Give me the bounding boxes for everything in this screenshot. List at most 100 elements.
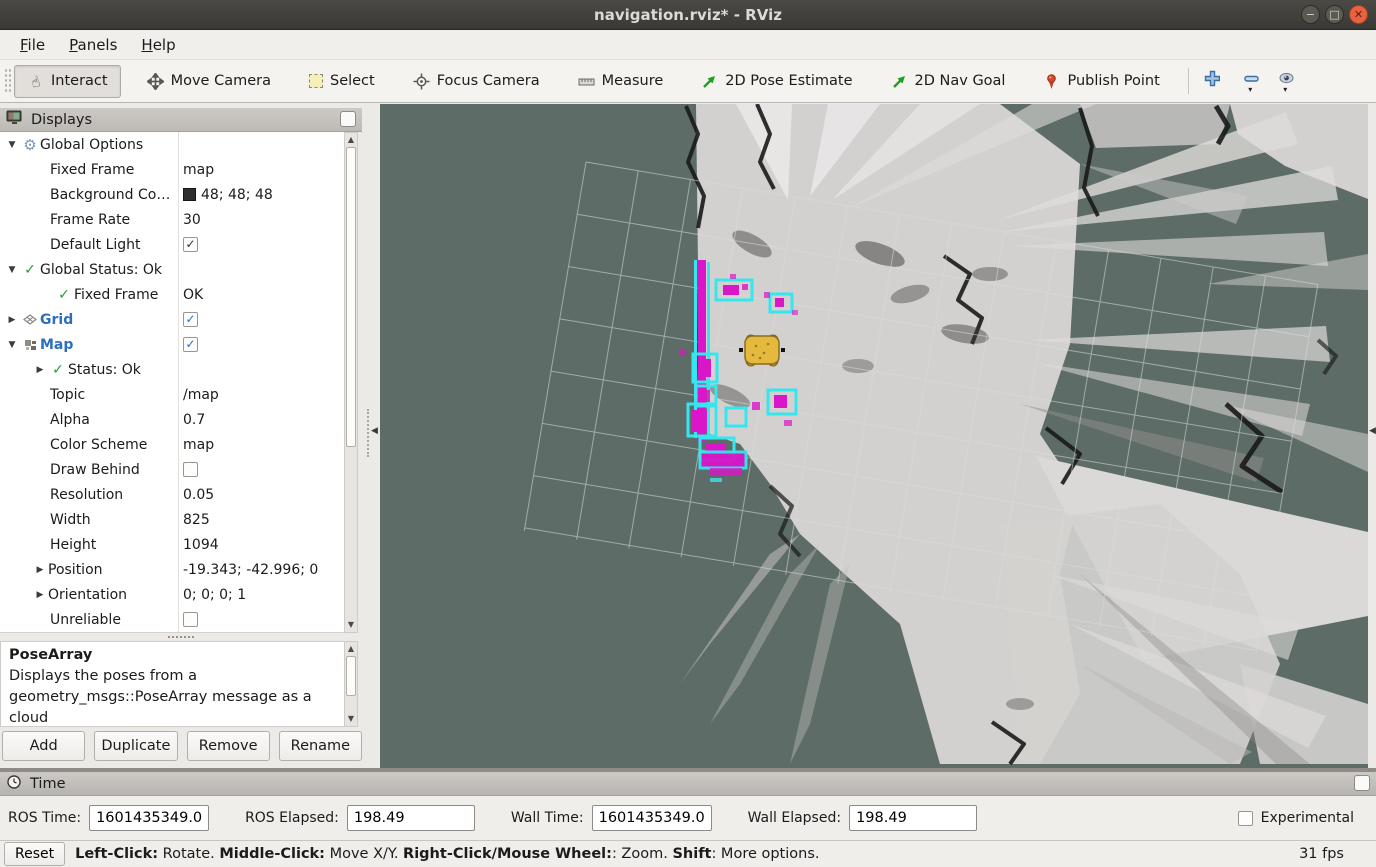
- plus-icon[interactable]: [1203, 70, 1220, 87]
- displays-panel-header[interactable]: Displays: [0, 108, 362, 132]
- move-arrows-icon: [147, 73, 164, 90]
- tree-row-fixed-frame[interactable]: Fixed Frame map: [0, 157, 358, 182]
- close-button[interactable]: ✕: [1349, 5, 1368, 24]
- scroll-up-icon[interactable]: ▲: [345, 643, 357, 655]
- tree-row-background-color[interactable]: Background Co… 48; 48; 48: [0, 182, 358, 207]
- fps-counter: 31 fps: [1299, 846, 1372, 862]
- scroll-down-icon[interactable]: ▼: [345, 713, 357, 725]
- displays-panel: Displays ▼ ⚙ Global Options Fixed Frame …: [0, 104, 362, 768]
- remove-button[interactable]: Remove: [187, 731, 270, 761]
- tool-select[interactable]: Select: [297, 66, 387, 96]
- displays-panel-title: Displays: [31, 112, 92, 128]
- display-buttons: Add Duplicate Remove Rename: [2, 731, 362, 761]
- expander-icon[interactable]: ▶: [32, 590, 48, 600]
- rename-button[interactable]: Rename: [279, 731, 362, 761]
- expander-icon[interactable]: ▼: [4, 265, 20, 275]
- wall-time-input[interactable]: [592, 805, 712, 831]
- time-panel-close-button[interactable]: [1354, 775, 1370, 791]
- expander-icon[interactable]: ▼: [4, 340, 20, 350]
- tool-interact[interactable]: ☝ Interact: [14, 65, 121, 98]
- panel-splitter[interactable]: [0, 633, 362, 641]
- window-title: navigation.rviz* - RViz: [594, 6, 782, 24]
- tree-row-map-status[interactable]: ▶ ✓ Status: Ok: [0, 357, 358, 382]
- minus-icon[interactable]: [1242, 70, 1259, 87]
- time-panel-header[interactable]: Time: [0, 772, 1376, 796]
- tree-row-color-scheme[interactable]: Color Scheme map: [0, 432, 358, 457]
- menu-file[interactable]: File: [10, 32, 55, 58]
- toolbar-drag-handle[interactable]: [4, 68, 12, 94]
- tree-row-width[interactable]: Width 825: [0, 507, 358, 532]
- tree-row-map[interactable]: ▼ Map ✓: [0, 332, 358, 357]
- expander-icon[interactable]: ▶: [4, 315, 20, 325]
- scroll-down-icon[interactable]: ▼: [345, 619, 357, 631]
- tree-row-frame-rate[interactable]: Frame Rate 30: [0, 207, 358, 232]
- tree-row-fixed-frame-status[interactable]: ✓ Fixed Frame OK: [0, 282, 358, 307]
- tree-row-position[interactable]: ▶ Position -19.343; -42.996; 0: [0, 557, 358, 582]
- collapse-right-icon[interactable]: ◀: [1369, 426, 1376, 436]
- check-icon: ✓: [54, 287, 74, 303]
- tree-row-unreliable[interactable]: Unreliable: [0, 607, 358, 632]
- tree-row-orientation[interactable]: ▶ Orientation 0; 0; 0; 1: [0, 582, 358, 607]
- displays-panel-close-button[interactable]: [340, 111, 356, 127]
- main-area: Displays ▼ ⚙ Global Options Fixed Frame …: [0, 103, 1376, 768]
- map-enabled-checkbox[interactable]: ✓: [183, 337, 198, 352]
- tree-row-grid[interactable]: ▶ Grid ✓: [0, 307, 358, 332]
- 3d-viewport[interactable]: [380, 104, 1368, 768]
- tool-move-camera[interactable]: Move Camera: [135, 66, 283, 97]
- tool-focus-camera[interactable]: Focus Camera: [401, 66, 552, 97]
- tree-row-global-status[interactable]: ▼ ✓ Global Status: Ok: [0, 257, 358, 282]
- description-scrollbar[interactable]: ▲ ▼: [344, 641, 358, 727]
- toolbar-separator: [1188, 68, 1189, 94]
- fixed-frame-value[interactable]: map: [183, 162, 214, 178]
- reset-button[interactable]: Reset: [4, 842, 65, 866]
- menu-panels[interactable]: Panels: [59, 32, 127, 58]
- maximize-button[interactable]: □: [1325, 5, 1344, 24]
- wall-elapsed-input[interactable]: [849, 805, 977, 831]
- tree-row-global-options[interactable]: ▼ ⚙ Global Options: [0, 132, 358, 157]
- draw-behind-checkbox[interactable]: [183, 462, 198, 477]
- time-panel-title: Time: [30, 776, 66, 792]
- right-panel-handle[interactable]: ◀: [1368, 104, 1376, 768]
- eye-icon[interactable]: [1277, 70, 1294, 87]
- scrollbar-thumb[interactable]: [346, 147, 356, 447]
- expander-icon[interactable]: ▼: [4, 140, 20, 150]
- duplicate-button[interactable]: Duplicate: [94, 731, 177, 761]
- scroll-up-icon[interactable]: ▲: [345, 134, 357, 146]
- chevron-down-icon[interactable]: ▾: [1248, 87, 1252, 93]
- collapse-left-icon[interactable]: ◀: [371, 426, 378, 436]
- viewport-splitter[interactable]: ◀: [362, 104, 380, 768]
- default-light-checkbox[interactable]: ✓: [183, 237, 198, 252]
- color-swatch[interactable]: [183, 188, 196, 201]
- tool-measure[interactable]: Measure: [566, 66, 676, 97]
- grid-enabled-checkbox[interactable]: ✓: [183, 312, 198, 327]
- ros-time-input[interactable]: [89, 805, 209, 831]
- unreliable-checkbox[interactable]: [183, 612, 198, 627]
- scrollbar-thumb[interactable]: [346, 656, 356, 696]
- tree-row-height[interactable]: Height 1094: [0, 532, 358, 557]
- tree-row-alpha[interactable]: Alpha 0.7: [0, 407, 358, 432]
- minimize-button[interactable]: −: [1301, 5, 1320, 24]
- tool-2d-pose-estimate[interactable]: 2D Pose Estimate: [689, 66, 864, 97]
- menu-help[interactable]: Help: [131, 32, 185, 58]
- tree-row-draw-behind[interactable]: Draw Behind: [0, 457, 358, 482]
- tree-row-resolution[interactable]: Resolution 0.05: [0, 482, 358, 507]
- ros-elapsed-input[interactable]: [347, 805, 475, 831]
- tool-publish-point[interactable]: Publish Point: [1031, 66, 1171, 97]
- tree-column-divider: [178, 132, 179, 633]
- expander-icon[interactable]: ▶: [32, 565, 48, 575]
- map-pin-icon: [1043, 73, 1060, 90]
- experimental-checkbox[interactable]: [1238, 811, 1253, 826]
- focus-crosshair-icon: [413, 73, 430, 90]
- tree-row-default-light[interactable]: Default Light ✓: [0, 232, 358, 257]
- robot-model: [739, 335, 785, 366]
- time-panel-content: ROS Time: ROS Elapsed: Wall Time: Wall E…: [0, 796, 1376, 840]
- wall-time-field: Wall Time:: [511, 805, 712, 831]
- add-button[interactable]: Add: [2, 731, 85, 761]
- expander-icon[interactable]: ▶: [32, 365, 48, 375]
- gear-icon: ⚙: [20, 136, 40, 154]
- chevron-down-icon[interactable]: ▾: [1283, 87, 1287, 93]
- monitor-icon: [6, 110, 23, 129]
- tree-scrollbar[interactable]: ▲ ▼: [344, 132, 358, 633]
- tree-row-topic[interactable]: Topic /map: [0, 382, 358, 407]
- tool-2d-nav-goal[interactable]: 2D Nav Goal: [879, 66, 1018, 97]
